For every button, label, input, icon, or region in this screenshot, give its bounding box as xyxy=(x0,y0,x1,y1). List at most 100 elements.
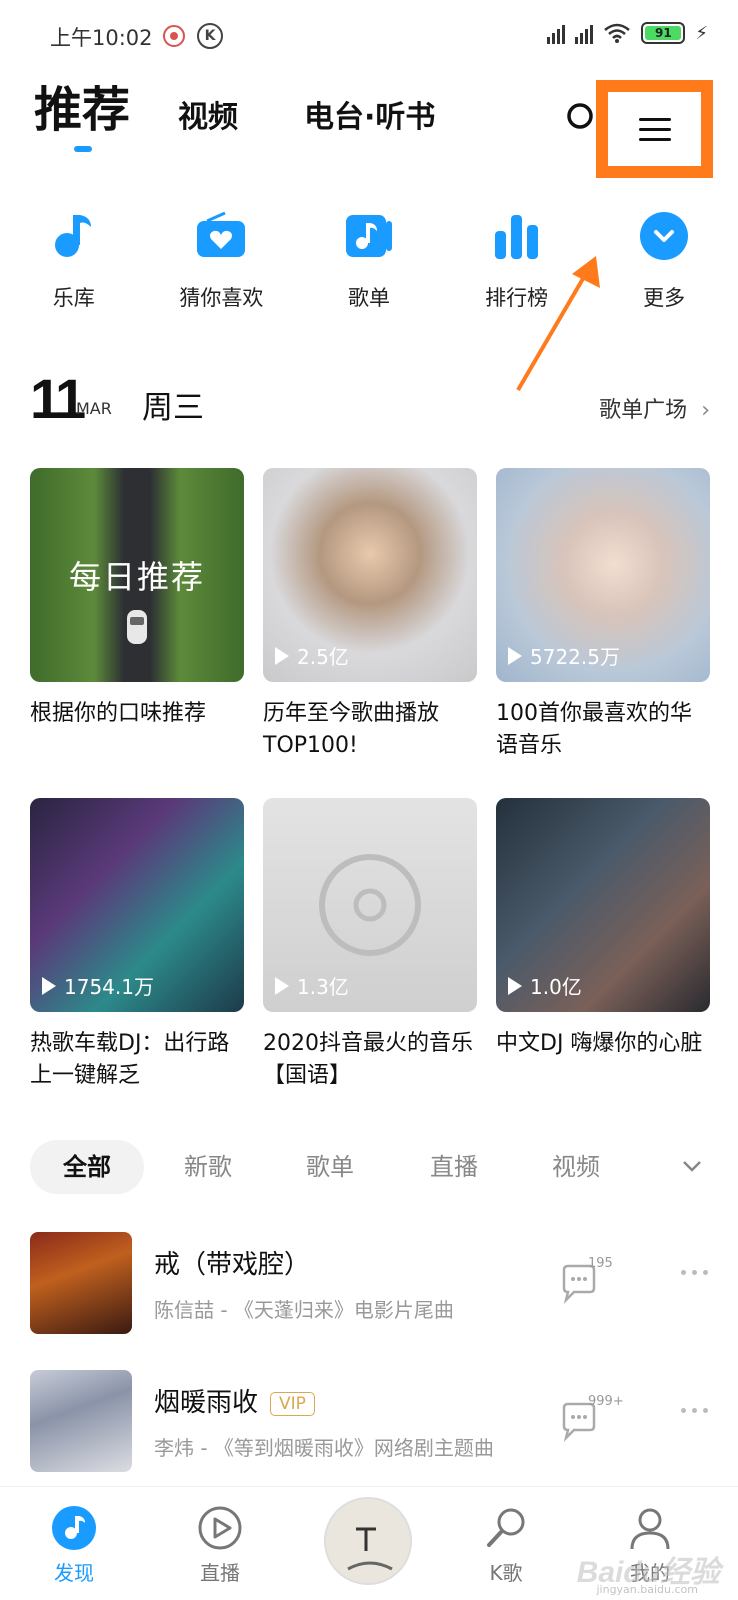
playlist-cover: 每日推荐 xyxy=(30,468,244,682)
tab-video[interactable]: 视频 xyxy=(178,92,238,158)
playlist-plaza-link[interactable]: 歌单广场 › xyxy=(599,392,710,424)
song-subtitle: 李炜 - 《等到烟暖雨收》网络剧主题曲 xyxy=(154,1436,494,1460)
now-playing-disc[interactable] xyxy=(324,1497,412,1585)
playlist-card[interactable]: 2.5亿 历年至今歌曲播放TOP100! xyxy=(263,468,477,762)
play-count-text: 1.3亿 xyxy=(297,975,349,999)
play-count-text: 5722.5万 xyxy=(530,645,620,669)
chevron-down-circle-icon xyxy=(638,210,690,262)
album-art-icon xyxy=(326,1499,410,1583)
play-icon xyxy=(42,976,56,995)
nav-karaoke[interactable]: K歌 xyxy=(456,1505,556,1586)
nav-live[interactable]: 直播 xyxy=(170,1505,270,1586)
playlist-cover: 1.0亿 xyxy=(496,798,710,1012)
menu-button[interactable] xyxy=(596,80,713,178)
quick-entry-library[interactable]: 乐库 xyxy=(4,210,144,312)
signal-icon xyxy=(575,22,594,44)
wifi-icon xyxy=(604,23,631,43)
quick-entry-label: 乐库 xyxy=(52,286,95,310)
date-month: MAR xyxy=(76,399,112,418)
status-icons: 91 ⚡ xyxy=(547,22,708,44)
filter-tab-new[interactable]: 新歌 xyxy=(184,1140,232,1194)
filter-tabs: 全部 新歌 歌单 直播 视频 xyxy=(30,1140,710,1194)
song-cover xyxy=(30,1370,132,1472)
play-count: 1754.1万 xyxy=(42,971,154,1000)
chevron-right-icon: › xyxy=(701,398,710,423)
quick-entry-playlist[interactable]: 歌单 xyxy=(299,210,439,312)
playlist-card[interactable]: 5722.5万 100首你最喜欢的华语音乐 xyxy=(496,468,710,762)
play-count-text: 1754.1万 xyxy=(64,975,154,999)
playlist-title: 2020抖音最火的音乐【国语】 xyxy=(263,1031,473,1088)
battery-level: 91 xyxy=(645,26,682,40)
status-bar: 上午10:02 K 91 ⚡ xyxy=(0,0,738,76)
profile-icon xyxy=(627,1505,673,1551)
top-tabs: 推荐 视频 电台·听书 xyxy=(34,78,501,158)
record-indicator-icon xyxy=(163,25,185,47)
hamburger-icon xyxy=(638,111,671,148)
song-name: 戒（带戏腔） xyxy=(154,1250,311,1280)
song-subtitle: 陈信喆 - 《天蓬归来》电影片尾曲 xyxy=(154,1298,454,1322)
playlist-plaza-label: 歌单广场 xyxy=(599,398,688,423)
playlist-title: 100首你最喜欢的华语音乐 xyxy=(496,701,692,758)
date-row: 11 MAR 周三 歌单广场 › xyxy=(30,366,710,430)
chevron-down-icon[interactable] xyxy=(680,1154,704,1178)
tab-label: 推荐 xyxy=(34,82,131,138)
tab-radio[interactable]: 电台·听书 xyxy=(304,92,435,158)
quick-entry-guess[interactable]: 猜你喜欢 xyxy=(151,210,291,312)
playlist-title: 中文DJ 嗨爆你的心脏 xyxy=(496,1031,703,1056)
tab-label: 视频 xyxy=(178,100,239,135)
date-weekday: 周三 xyxy=(142,390,204,426)
live-play-icon xyxy=(197,1505,243,1551)
microphone-icon xyxy=(483,1505,529,1551)
search-icon[interactable] xyxy=(566,100,600,134)
filter-tab-all[interactable]: 全部 xyxy=(30,1140,144,1194)
quick-entries: 乐库 猜你喜欢 歌单 排行榜 更多 xyxy=(0,210,738,312)
car-icon xyxy=(127,610,147,644)
playlist-cover: 1754.1万 xyxy=(30,798,244,1012)
play-count: 1.0亿 xyxy=(508,971,582,1000)
play-count: 2.5亿 xyxy=(275,641,349,670)
playlist-icon xyxy=(343,210,395,262)
playlist-title: 根据你的口味推荐 xyxy=(30,701,207,726)
song-row[interactable]: 烟暖雨收 VIP 李炜 - 《等到烟暖雨收》网络剧主题曲 999+ xyxy=(30,1370,710,1474)
playlist-title: 热歌车载DJ：出行路上一键解乏 xyxy=(30,1031,230,1088)
bottom-nav: 发现 直播 K歌 我的 Baidu经验 jingyan.baidu.com xyxy=(0,1486,738,1600)
k-app-icon: K xyxy=(197,23,223,49)
play-count: 1.3亿 xyxy=(275,971,349,1000)
tab-indicator xyxy=(74,146,92,152)
playlist-cover: 2.5亿 xyxy=(263,468,477,682)
song-name: 烟暖雨收 VIP xyxy=(154,1382,315,1419)
play-count-text: 2.5亿 xyxy=(297,645,349,669)
playlist-cover: 1.3亿 xyxy=(263,798,477,1012)
playlist-title: 历年至今歌曲播放TOP100! xyxy=(263,701,440,758)
quick-entry-label: 更多 xyxy=(643,286,686,310)
playlist-card[interactable]: 1754.1万 热歌车载DJ：出行路上一键解乏 xyxy=(30,798,244,1092)
discover-icon xyxy=(51,1505,97,1551)
filter-tab-playlist[interactable]: 歌单 xyxy=(306,1140,354,1194)
signal-icon xyxy=(547,22,566,44)
filter-tab-video[interactable]: 视频 xyxy=(552,1140,600,1194)
nav-label: 直播 xyxy=(200,1561,240,1585)
nav-label: 发现 xyxy=(54,1561,94,1585)
tab-recommend[interactable]: 推荐 xyxy=(34,70,130,158)
watermark-url: jingyan.baidu.com xyxy=(596,1583,698,1596)
more-options-icon[interactable] xyxy=(681,1408,708,1413)
playlist-card[interactable]: 1.0亿 中文DJ 嗨爆你的心脏 xyxy=(496,798,710,1060)
charging-icon: ⚡ xyxy=(695,22,708,44)
play-icon xyxy=(508,646,522,665)
status-time: 上午10:02 xyxy=(50,26,153,50)
play-icon xyxy=(508,976,522,995)
playlist-cover: 5722.5万 xyxy=(496,468,710,682)
quick-entry-more[interactable]: 更多 xyxy=(594,210,734,312)
play-icon xyxy=(275,646,289,665)
music-note-icon xyxy=(48,210,100,262)
filter-tab-live[interactable]: 直播 xyxy=(430,1140,478,1194)
song-row[interactable]: 戒（带戏腔） 陈信喆 - 《天蓬归来》电影片尾曲 195 xyxy=(30,1232,710,1336)
song-cover xyxy=(30,1232,132,1334)
more-options-icon[interactable] xyxy=(681,1270,708,1275)
playlist-card[interactable]: 每日推荐 根据你的口味推荐 xyxy=(30,468,244,730)
nav-discover[interactable]: 发现 xyxy=(24,1505,124,1586)
play-count: 5722.5万 xyxy=(508,641,620,670)
nav-label: K歌 xyxy=(489,1561,523,1585)
playlist-card[interactable]: 1.3亿 2020抖音最火的音乐【国语】 xyxy=(263,798,477,1092)
comment-count: 999+ xyxy=(588,1394,624,1409)
